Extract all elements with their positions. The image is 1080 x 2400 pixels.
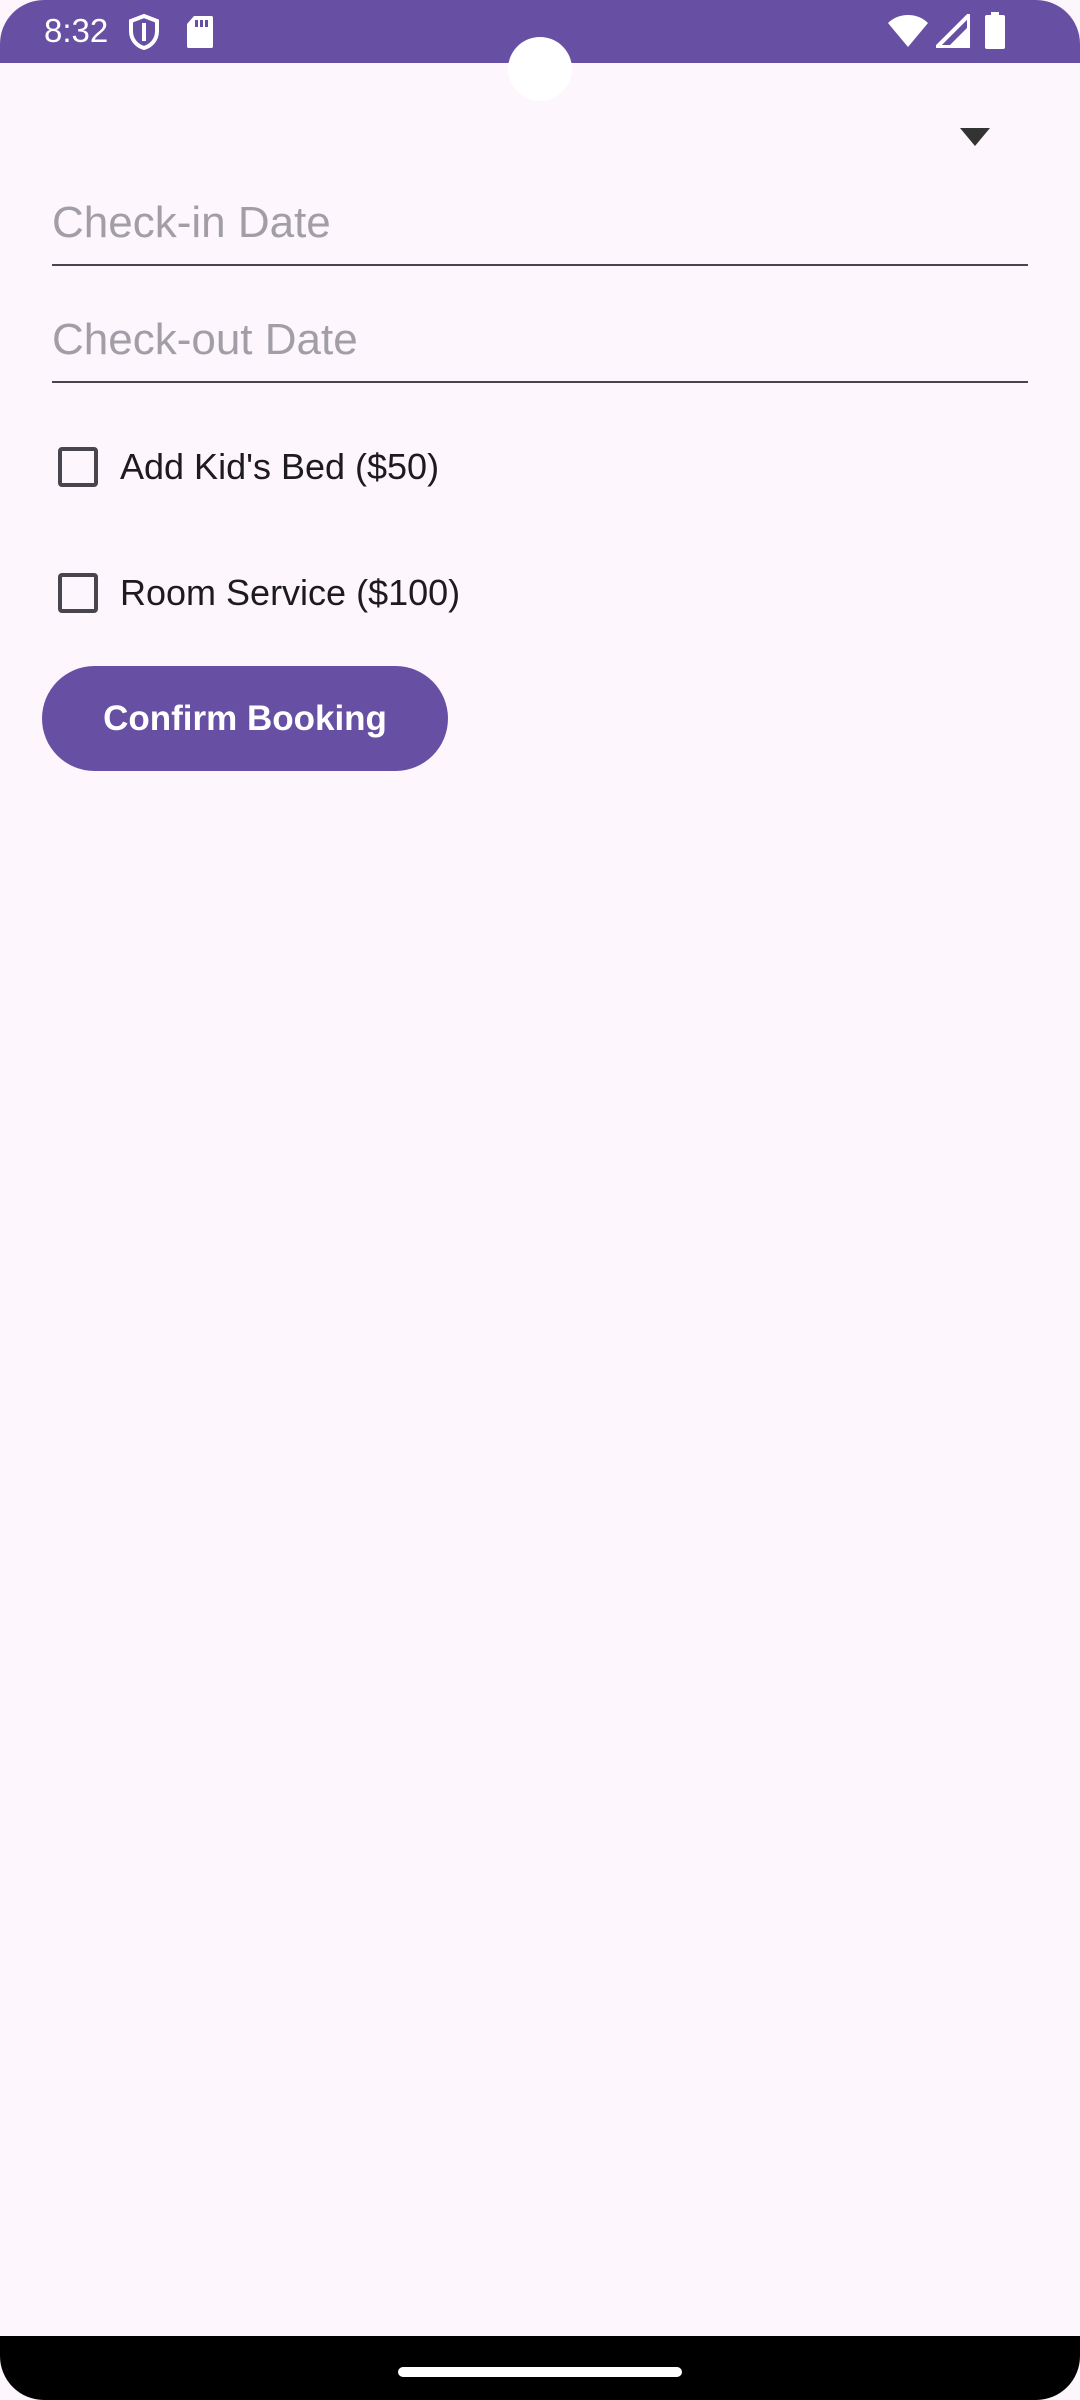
checkout-date-field[interactable]: [52, 301, 1028, 383]
room-service-option[interactable]: Room Service ($100): [58, 565, 460, 621]
wifi-icon: [888, 15, 928, 47]
kids-bed-checkbox[interactable]: [58, 447, 98, 487]
home-gesture-handle[interactable]: [398, 2367, 682, 2377]
camera-cutout: [508, 37, 572, 101]
checkin-date-field[interactable]: [52, 184, 1028, 266]
battery-icon: [985, 12, 1005, 49]
checkin-date-input[interactable]: [52, 184, 1028, 262]
checkout-date-input[interactable]: [52, 301, 1028, 379]
sd-card-icon: [187, 16, 213, 48]
dropdown-arrow-icon[interactable]: [960, 128, 990, 146]
kids-bed-option[interactable]: Add Kid's Bed ($50): [58, 439, 439, 495]
confirm-booking-button[interactable]: Confirm Booking: [42, 666, 448, 771]
signal-icon: [936, 14, 970, 48]
status-time: 8:32: [44, 12, 109, 49]
room-service-label: Room Service ($100): [120, 572, 461, 613]
shield-icon: [129, 14, 159, 50]
kids-bed-label: Add Kid's Bed ($50): [120, 446, 440, 487]
room-service-checkbox[interactable]: [58, 573, 98, 613]
